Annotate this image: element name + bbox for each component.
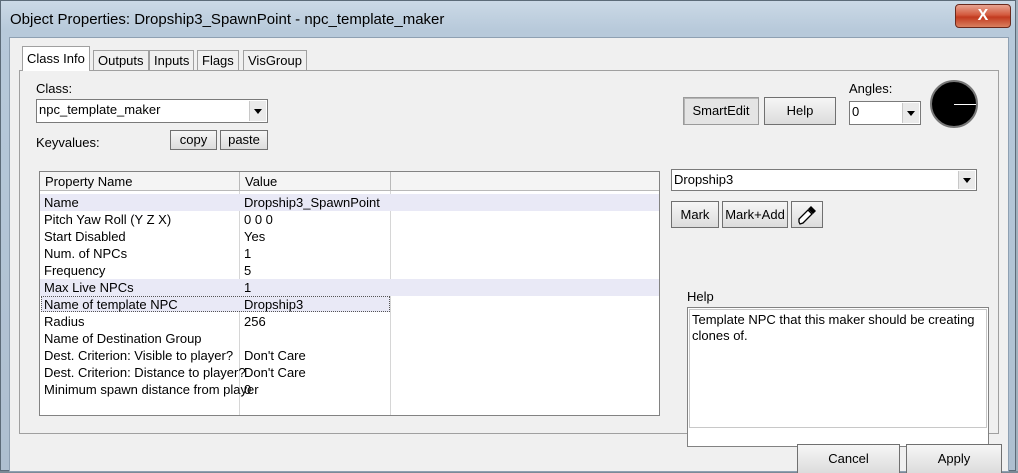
paste-button[interactable]: paste [220,130,268,150]
class-value: npc_template_maker [39,102,161,117]
window-title: Object Properties: Dropship3_SpawnPoint … [10,11,445,28]
property-value: 5 [244,263,252,278]
property-name: Name [44,195,79,210]
tab-visgroup[interactable]: VisGroup [243,50,307,70]
property-name: Pitch Yaw Roll (Y Z X) [44,212,172,227]
keyvalues-label: Keyvalues: [36,135,100,150]
table-row[interactable]: Dest. Criterion: Visible to player? Don't… [40,347,659,364]
property-value: Yes [244,229,266,244]
property-name: Frequency [44,263,106,278]
value-dropdown[interactable]: Dropship3 [671,169,977,191]
table-row[interactable]: Pitch Yaw Roll (Y Z X) 0 0 0 [40,211,659,228]
close-icon: X [977,7,989,24]
close-button[interactable]: X [955,4,1011,28]
table-row[interactable]: Num. of NPCs 1 [40,245,659,262]
class-label: Class: [36,81,73,96]
property-name: Minimum spawn distance from player [44,382,259,397]
class-info-panel: Class: npc_template_maker Keyvalues: cop… [19,70,999,447]
object-properties-window: Object Properties: Dropship3_SpawnPoint … [0,0,1016,473]
property-name: Name of template NPC [44,297,178,312]
chevron-down-icon[interactable] [249,101,266,121]
table-row[interactable]: Start Disabled Yes [40,228,659,245]
table-row[interactable]: Name of Destination Group [40,330,659,347]
property-value: 0 [244,382,252,397]
mark-add-button[interactable]: Mark+Add [722,201,788,228]
column-header-value[interactable]: Value [240,172,391,191]
property-name: Dest. Criterion: Distance to player? [44,365,246,380]
table-row-selected[interactable]: Name of template NPC Dropship3 [40,296,659,313]
table-row[interactable]: Name Dropship3_SpawnPoint [40,194,659,211]
tab-class-info[interactable]: Class Info [22,46,90,71]
class-dropdown[interactable]: npc_template_maker [36,99,268,123]
tab-flags[interactable]: Flags [197,50,239,70]
column-header-property-name[interactable]: Property Name [40,172,240,191]
property-value: Don't Care [244,365,306,380]
property-value: Dropship3_SpawnPoint [244,195,380,210]
angle-dial[interactable] [930,80,978,128]
tab-inputs[interactable]: Inputs [149,50,195,70]
property-name: Num. of NPCs [44,246,128,261]
property-name: Name of Destination Group [44,331,202,346]
cancel-button[interactable]: Cancel [797,444,900,473]
property-value: 1 [244,246,252,261]
chevron-down-icon[interactable] [902,103,919,123]
table-row[interactable]: Radius 256 [40,313,659,330]
property-value: Dropship3 [244,297,304,312]
property-name: Max Live NPCs [44,280,134,295]
property-value: 1 [244,280,252,295]
angles-dropdown[interactable]: 0 [849,101,921,125]
property-name: Dest. Criterion: Visible to player? [44,348,234,363]
title-bar[interactable]: Object Properties: Dropship3_SpawnPoint … [1,1,1015,37]
property-value: 256 [244,314,266,329]
copy-button[interactable]: copy [170,130,217,150]
keyvalue-grid: Property Name Value Name Dropship3_SpawnP… [39,171,660,416]
column-header-empty [391,172,659,191]
angles-value: 0 [852,104,860,119]
property-value: 0 0 0 [244,212,273,227]
property-value: Don't Care [244,348,306,363]
table-row[interactable]: Minimum spawn distance from player 0 [40,381,659,398]
property-name: Start Disabled [44,229,126,244]
table-row[interactable]: Dest. Criterion: Distance to player? Don'… [40,364,659,381]
help-label: Help [687,289,714,304]
chevron-down-icon[interactable] [958,171,975,189]
tab-outputs[interactable]: Outputs [93,50,149,70]
smartedit-button[interactable]: SmartEdit [683,97,759,125]
eyedropper-icon [798,206,816,225]
eyedropper-button[interactable] [791,201,823,228]
dialog-client-area: Class Info Outputs Inputs Flags VisGroup… [9,37,1009,473]
help-text-box: Template NPC that this maker should be c… [687,307,989,447]
property-name: Radius [44,314,85,329]
apply-button[interactable]: Apply [906,444,1002,473]
angles-label: Angles: [849,81,893,96]
table-row[interactable]: Frequency 5 [40,262,659,279]
mark-button[interactable]: Mark [671,201,719,228]
help-text: Template NPC that this maker should be c… [692,312,975,343]
value-dropdown-text: Dropship3 [674,172,734,187]
table-row[interactable]: Max Live NPCs 1 [40,279,659,296]
help-button[interactable]: Help [764,97,836,125]
